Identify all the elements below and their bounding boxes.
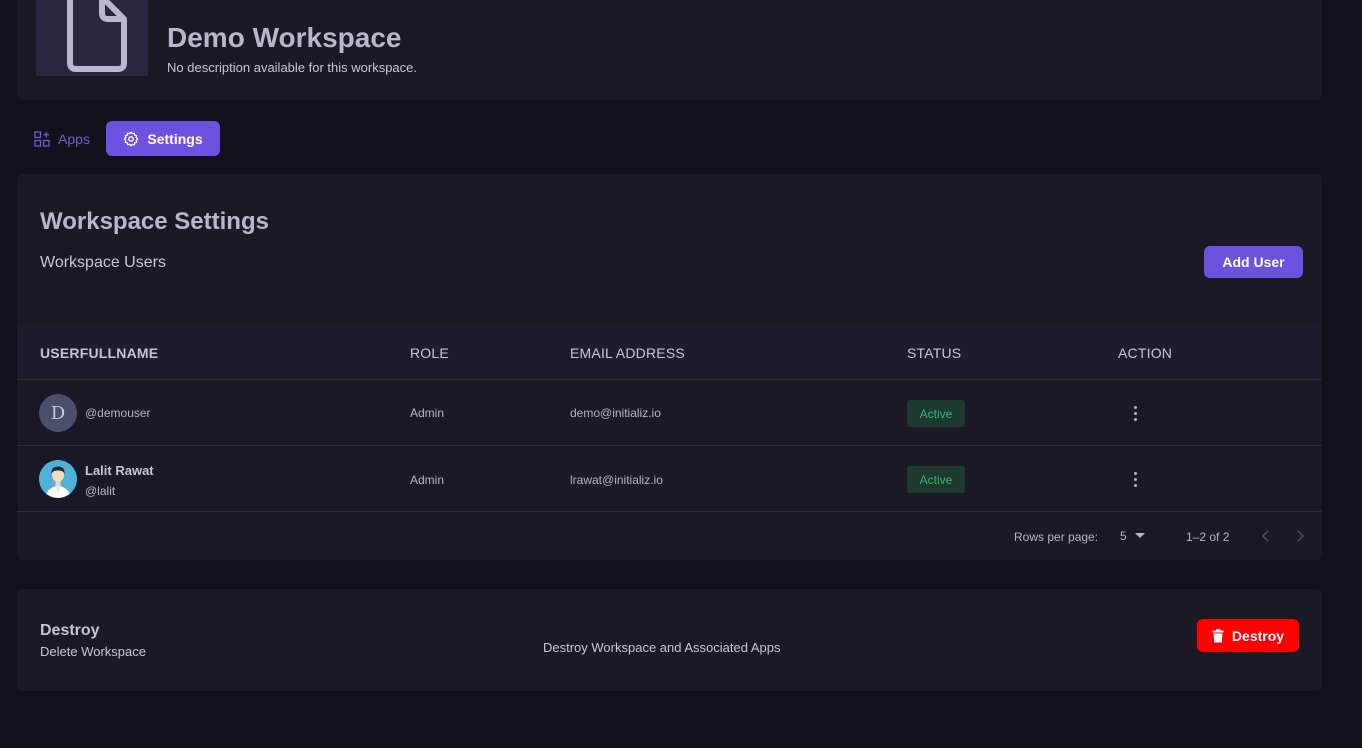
trash-icon xyxy=(1212,628,1224,642)
apps-grid-icon xyxy=(34,130,50,147)
avatar xyxy=(39,460,77,498)
destroy-description: Destroy Workspace and Associated Apps xyxy=(543,640,781,655)
table-row: D @demouser Admin demo@initializ.io Acti… xyxy=(17,381,1322,446)
column-action: ACTION xyxy=(1118,345,1173,361)
document-icon xyxy=(67,0,127,72)
table-pagination: Rows per page: 5 1–2 of 2 xyxy=(17,514,1322,560)
user-email: demo@initializ.io xyxy=(570,406,661,420)
settings-title: Workspace Settings xyxy=(40,208,269,235)
tab-settings[interactable]: Settings xyxy=(106,121,220,156)
status-badge: Active xyxy=(907,400,965,427)
caret-down-icon xyxy=(1134,533,1145,538)
user-role: Admin xyxy=(410,473,445,487)
column-status: STATUS xyxy=(907,345,962,361)
tab-apps-label: Apps xyxy=(58,130,90,147)
workspace-description: No description available for this worksp… xyxy=(167,60,418,75)
user-avatar-icon xyxy=(39,460,77,498)
gear-icon xyxy=(124,131,139,146)
destroy-button-label: Destroy xyxy=(1231,627,1285,644)
destroy-title: Destroy xyxy=(40,622,100,639)
column-role: ROLE xyxy=(410,345,449,361)
status-badge: Active xyxy=(907,466,965,493)
column-userfullname[interactable]: USERFULLNAME xyxy=(40,345,158,361)
workspace-header: Demo Workspace No description available … xyxy=(17,0,1322,100)
user-fullname: Lalit Rawat xyxy=(85,463,154,478)
destroy-panel: Destroy Delete Workspace Destroy Workspa… xyxy=(17,589,1322,691)
rows-per-page-label: Rows per page: xyxy=(1014,530,1099,544)
more-vertical-icon xyxy=(1133,405,1137,409)
avatar: D xyxy=(39,394,77,432)
users-subtitle: Workspace Users xyxy=(40,254,166,271)
chevron-left-icon xyxy=(1261,530,1269,542)
next-page-button[interactable] xyxy=(1291,526,1311,546)
tab-apps[interactable]: Apps xyxy=(26,121,98,156)
row-actions-menu[interactable] xyxy=(1125,467,1145,491)
user-role: Admin xyxy=(410,406,445,420)
destroy-subtitle: Delete Workspace xyxy=(40,644,146,659)
workspace-settings-panel: Workspace Settings Workspace Users Add U… xyxy=(17,174,1322,560)
users-table-header: USERFULLNAME ROLE EMAIL ADDRESS STATUS A… xyxy=(17,324,1322,380)
row-actions-menu[interactable] xyxy=(1125,401,1145,425)
workspace-thumbnail xyxy=(36,0,148,76)
add-user-button[interactable]: Add User xyxy=(1204,246,1303,278)
more-vertical-icon xyxy=(1133,471,1137,475)
user-email: lrawat@initializ.io xyxy=(570,473,663,487)
tab-settings-label: Settings xyxy=(147,130,203,147)
workspace-title: Demo Workspace xyxy=(167,22,402,53)
username: @demouser xyxy=(85,406,151,420)
column-email: EMAIL ADDRESS xyxy=(570,345,685,361)
previous-page-button[interactable] xyxy=(1255,526,1275,546)
chevron-right-icon xyxy=(1297,530,1305,542)
rows-per-page-select[interactable]: 5 xyxy=(1120,526,1145,546)
destroy-button[interactable]: Destroy xyxy=(1197,619,1299,652)
rows-per-page-value: 5 xyxy=(1120,529,1127,543)
table-row: Lalit Rawat @lalit Admin lrawat@initiali… xyxy=(17,447,1322,512)
pagination-range: 1–2 of 2 xyxy=(1186,530,1230,544)
username: @lalit xyxy=(85,484,116,498)
